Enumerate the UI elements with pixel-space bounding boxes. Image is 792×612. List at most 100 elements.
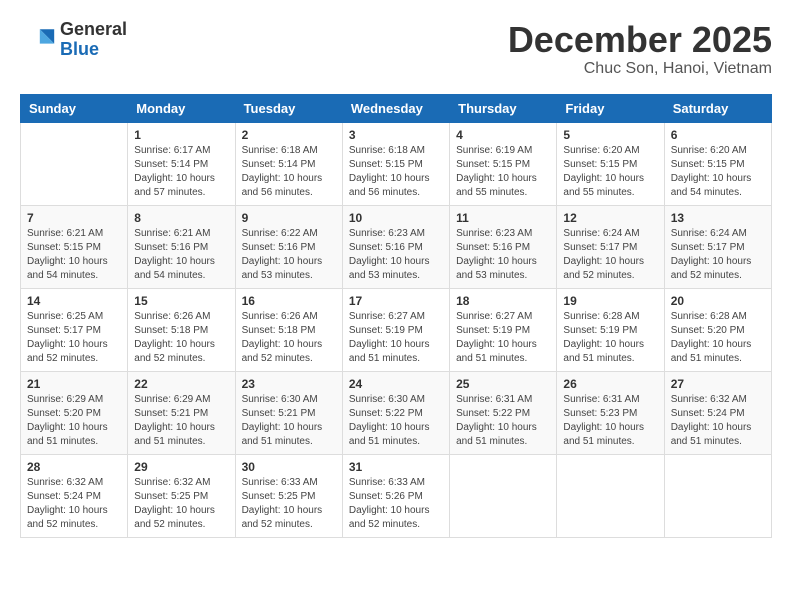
day-info: Sunrise: 6:25 AM Sunset: 5:17 PM Dayligh…: [27, 310, 121, 366]
day-number: 3: [349, 128, 443, 142]
day-info: Sunrise: 6:19 AM Sunset: 5:15 PM Dayligh…: [456, 144, 550, 200]
day-number: 24: [349, 377, 443, 391]
calendar-cell: 10 Sunrise: 6:23 AM Sunset: 5:16 PM Dayli…: [342, 205, 449, 288]
day-number: 26: [563, 377, 657, 391]
day-info: Sunrise: 6:21 AM Sunset: 5:16 PM Dayligh…: [134, 227, 228, 283]
weekday-header-wednesday: Wednesday: [342, 94, 449, 122]
day-info: Sunrise: 6:17 AM Sunset: 5:14 PM Dayligh…: [134, 144, 228, 200]
calendar-cell: 2Sunrise: 6:18 AM Sunset: 5:14 PM Daylig…: [235, 122, 342, 205]
calendar-cell: [21, 122, 128, 205]
calendar-cell: 3 Sunrise: 6:18 AM Sunset: 5:15 PM Daylig…: [342, 122, 449, 205]
calendar-cell: 16 Sunrise: 6:26 AM Sunset: 5:18 PM Dayli…: [235, 288, 342, 371]
day-info: Sunrise: 6:22 AM Sunset: 5:16 PM Dayligh…: [242, 227, 336, 283]
day-number: 11: [456, 211, 550, 225]
day-info: Sunrise: 6:28 AM Sunset: 5:19 PM Dayligh…: [563, 310, 657, 366]
day-number: 22: [134, 377, 228, 391]
day-number: 20: [671, 294, 765, 308]
logo-blue-text: Blue: [60, 40, 127, 60]
week-row-1: 1Sunrise: 6:17 AM Sunset: 5:14 PM Daylig…: [21, 122, 772, 205]
day-number: 10: [349, 211, 443, 225]
calendar-cell: 8 Sunrise: 6:21 AM Sunset: 5:16 PM Daylig…: [128, 205, 235, 288]
calendar-cell: 6 Sunrise: 6:20 AM Sunset: 5:15 PM Daylig…: [664, 122, 771, 205]
day-info: Sunrise: 6:29 AM Sunset: 5:20 PM Dayligh…: [27, 393, 121, 449]
day-info: Sunrise: 6:32 AM Sunset: 5:24 PM Dayligh…: [27, 476, 121, 532]
day-number: 18: [456, 294, 550, 308]
calendar-cell: 21 Sunrise: 6:29 AM Sunset: 5:20 PM Dayli…: [21, 371, 128, 454]
day-info: Sunrise: 6:26 AM Sunset: 5:18 PM Dayligh…: [242, 310, 336, 366]
day-number: 8: [134, 211, 228, 225]
month-title: December 2025: [508, 20, 772, 60]
calendar-cell: 26Sunrise: 6:31 AM Sunset: 5:23 PM Dayli…: [557, 371, 664, 454]
day-info: Sunrise: 6:18 AM Sunset: 5:15 PM Dayligh…: [349, 144, 443, 200]
title-block: December 2025 Chuc Son, Hanoi, Vietnam: [508, 20, 772, 78]
weekday-header-friday: Friday: [557, 94, 664, 122]
week-row-5: 28 Sunrise: 6:32 AM Sunset: 5:24 PM Dayli…: [21, 454, 772, 537]
calendar-table: SundayMondayTuesdayWednesdayThursdayFrid…: [20, 94, 772, 538]
week-row-3: 14 Sunrise: 6:25 AM Sunset: 5:17 PM Dayli…: [21, 288, 772, 371]
day-info: Sunrise: 6:21 AM Sunset: 5:15 PM Dayligh…: [27, 227, 121, 283]
day-info: Sunrise: 6:24 AM Sunset: 5:17 PM Dayligh…: [563, 227, 657, 283]
day-number: 28: [27, 460, 121, 474]
week-row-2: 7 Sunrise: 6:21 AM Sunset: 5:15 PM Daylig…: [21, 205, 772, 288]
day-number: 27: [671, 377, 765, 391]
day-number: 21: [27, 377, 121, 391]
weekday-header-sunday: Sunday: [21, 94, 128, 122]
calendar-cell: 15Sunrise: 6:26 AM Sunset: 5:18 PM Dayli…: [128, 288, 235, 371]
day-info: Sunrise: 6:24 AM Sunset: 5:17 PM Dayligh…: [671, 227, 765, 283]
day-number: 31: [349, 460, 443, 474]
calendar-cell: 4 Sunrise: 6:19 AM Sunset: 5:15 PM Daylig…: [450, 122, 557, 205]
calendar-cell: 11 Sunrise: 6:23 AM Sunset: 5:16 PM Dayli…: [450, 205, 557, 288]
day-info: Sunrise: 6:29 AM Sunset: 5:21 PM Dayligh…: [134, 393, 228, 449]
day-info: Sunrise: 6:30 AM Sunset: 5:22 PM Dayligh…: [349, 393, 443, 449]
calendar-cell: [450, 454, 557, 537]
logo-icon: [20, 22, 56, 58]
calendar-cell: 23 Sunrise: 6:30 AM Sunset: 5:21 PM Dayli…: [235, 371, 342, 454]
weekday-header-tuesday: Tuesday: [235, 94, 342, 122]
day-info: Sunrise: 6:27 AM Sunset: 5:19 PM Dayligh…: [456, 310, 550, 366]
week-row-4: 21 Sunrise: 6:29 AM Sunset: 5:20 PM Dayli…: [21, 371, 772, 454]
calendar-cell: 27Sunrise: 6:32 AM Sunset: 5:24 PM Dayli…: [664, 371, 771, 454]
calendar-cell: [664, 454, 771, 537]
weekday-header-row: SundayMondayTuesdayWednesdayThursdayFrid…: [21, 94, 772, 122]
day-info: Sunrise: 6:28 AM Sunset: 5:20 PM Dayligh…: [671, 310, 765, 366]
calendar-cell: 22 Sunrise: 6:29 AM Sunset: 5:21 PM Dayli…: [128, 371, 235, 454]
day-info: Sunrise: 6:23 AM Sunset: 5:16 PM Dayligh…: [456, 227, 550, 283]
calendar-cell: [557, 454, 664, 537]
day-info: Sunrise: 6:18 AM Sunset: 5:14 PM Dayligh…: [242, 144, 336, 200]
weekday-header-monday: Monday: [128, 94, 235, 122]
day-number: 16: [242, 294, 336, 308]
calendar-cell: 18 Sunrise: 6:27 AM Sunset: 5:19 PM Dayli…: [450, 288, 557, 371]
calendar-cell: 17Sunrise: 6:27 AM Sunset: 5:19 PM Dayli…: [342, 288, 449, 371]
day-number: 23: [242, 377, 336, 391]
calendar-cell: 24 Sunrise: 6:30 AM Sunset: 5:22 PM Dayli…: [342, 371, 449, 454]
calendar-cell: 29Sunrise: 6:32 AM Sunset: 5:25 PM Dayli…: [128, 454, 235, 537]
day-number: 19: [563, 294, 657, 308]
day-number: 12: [563, 211, 657, 225]
day-number: 9: [242, 211, 336, 225]
calendar-cell: 14 Sunrise: 6:25 AM Sunset: 5:17 PM Dayli…: [21, 288, 128, 371]
day-info: Sunrise: 6:33 AM Sunset: 5:25 PM Dayligh…: [242, 476, 336, 532]
day-info: Sunrise: 6:23 AM Sunset: 5:16 PM Dayligh…: [349, 227, 443, 283]
day-number: 17: [349, 294, 443, 308]
day-number: 4: [456, 128, 550, 142]
weekday-header-thursday: Thursday: [450, 94, 557, 122]
day-info: Sunrise: 6:32 AM Sunset: 5:25 PM Dayligh…: [134, 476, 228, 532]
logo-text: General Blue: [60, 20, 127, 60]
day-number: 6: [671, 128, 765, 142]
day-number: 5: [563, 128, 657, 142]
day-number: 25: [456, 377, 550, 391]
calendar-cell: 9 Sunrise: 6:22 AM Sunset: 5:16 PM Daylig…: [235, 205, 342, 288]
calendar-cell: 31 Sunrise: 6:33 AM Sunset: 5:26 PM Dayli…: [342, 454, 449, 537]
day-info: Sunrise: 6:20 AM Sunset: 5:15 PM Dayligh…: [671, 144, 765, 200]
calendar-cell: 5 Sunrise: 6:20 AM Sunset: 5:15 PM Daylig…: [557, 122, 664, 205]
logo: General Blue: [20, 20, 127, 60]
day-number: 14: [27, 294, 121, 308]
calendar-cell: 7 Sunrise: 6:21 AM Sunset: 5:15 PM Daylig…: [21, 205, 128, 288]
day-info: Sunrise: 6:30 AM Sunset: 5:21 PM Dayligh…: [242, 393, 336, 449]
day-number: 7: [27, 211, 121, 225]
calendar-cell: 30Sunrise: 6:33 AM Sunset: 5:25 PM Dayli…: [235, 454, 342, 537]
logo-general-text: General: [60, 20, 127, 40]
calendar-cell: 19 Sunrise: 6:28 AM Sunset: 5:19 PM Dayli…: [557, 288, 664, 371]
day-info: Sunrise: 6:33 AM Sunset: 5:26 PM Dayligh…: [349, 476, 443, 532]
day-info: Sunrise: 6:20 AM Sunset: 5:15 PM Dayligh…: [563, 144, 657, 200]
